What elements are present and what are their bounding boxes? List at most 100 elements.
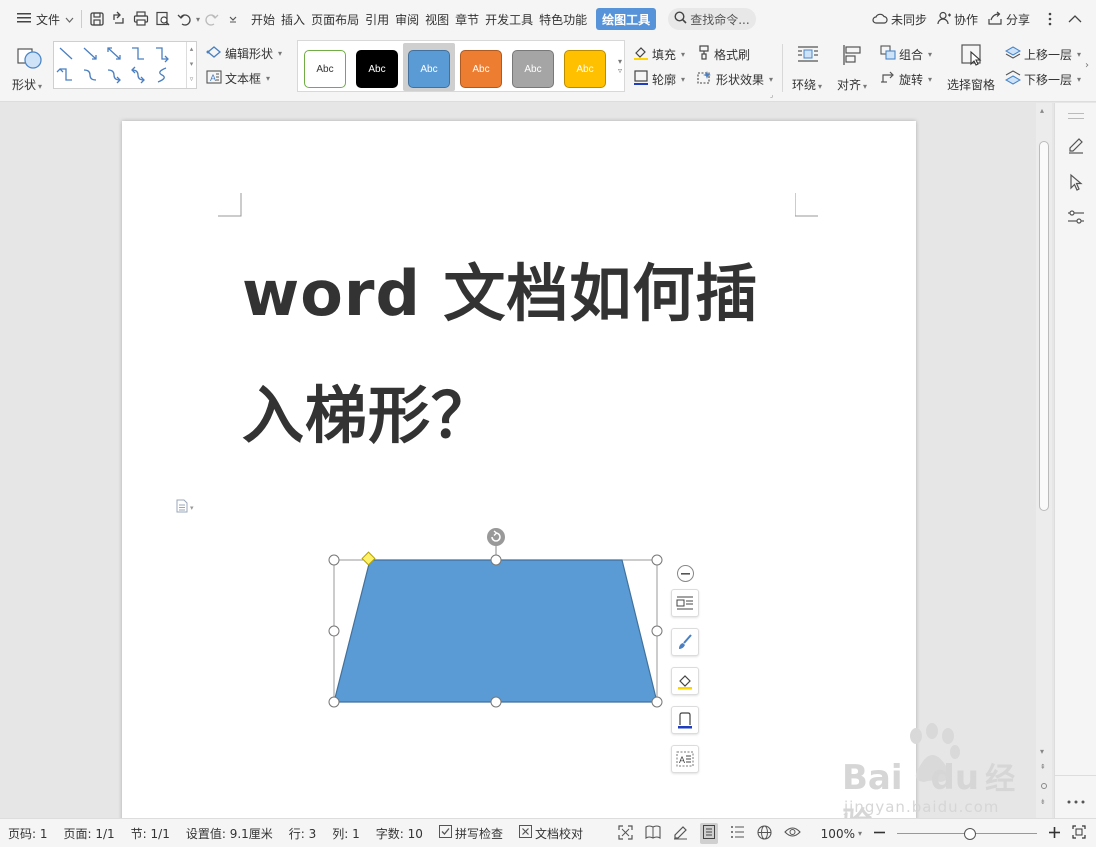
tab-home[interactable]: 开始 bbox=[248, 8, 278, 30]
resize-handle-right[interactable] bbox=[651, 625, 663, 637]
tab-review[interactable]: 审阅 bbox=[392, 8, 422, 30]
spell-check-button[interactable]: 拼写检查 bbox=[431, 825, 511, 842]
fit-window-icon[interactable] bbox=[1072, 825, 1086, 842]
file-menu[interactable]: 文件 bbox=[14, 7, 77, 31]
tab-drawing-tools[interactable]: 绘图工具 bbox=[596, 8, 657, 30]
shape-style-button[interactable] bbox=[671, 628, 699, 656]
status-page-number[interactable]: 页码: 1 bbox=[0, 825, 56, 842]
send-backward-button[interactable]: 下移一层 ▾ bbox=[1004, 70, 1081, 88]
style-swatch-2[interactable]: Abc bbox=[356, 50, 398, 88]
more-icon[interactable] bbox=[1067, 793, 1085, 807]
status-word-count[interactable]: 字数: 10 bbox=[368, 825, 431, 842]
tab-references[interactable]: 引用 bbox=[362, 8, 392, 30]
scroll-up-icon[interactable]: ▴ bbox=[1040, 106, 1044, 115]
resize-handle-top-left[interactable] bbox=[328, 554, 340, 566]
eye-protection-icon[interactable] bbox=[783, 826, 801, 841]
zoom-out-icon[interactable] bbox=[874, 827, 885, 841]
command-search[interactable]: 查找命令... bbox=[668, 8, 757, 30]
print-icon[interactable] bbox=[130, 8, 152, 30]
tab-view[interactable]: 视图 bbox=[422, 8, 452, 30]
outline-quick-button[interactable] bbox=[671, 706, 699, 734]
fullscreen-icon[interactable] bbox=[618, 824, 633, 843]
tab-insert[interactable]: 插入 bbox=[278, 8, 308, 30]
status-setting-value[interactable]: 设置值: 9.1厘米 bbox=[178, 825, 281, 842]
share-button[interactable]: 分享 bbox=[988, 11, 1030, 28]
trapezoid-shape-selection[interactable] bbox=[322, 526, 667, 716]
resize-handle-bottom-right[interactable] bbox=[651, 696, 663, 708]
sliders-icon[interactable] bbox=[1065, 206, 1087, 228]
dialog-launcher-icon[interactable]: ⌟ bbox=[770, 91, 773, 99]
align-button[interactable]: 对齐 ▾ bbox=[835, 43, 871, 95]
web-view-icon[interactable] bbox=[757, 824, 772, 843]
text-box-quick-button[interactable]: A bbox=[671, 745, 699, 773]
zoom-in-icon[interactable] bbox=[1049, 826, 1060, 841]
zoom-slider[interactable] bbox=[897, 827, 1037, 841]
outline-view-icon[interactable] bbox=[730, 825, 745, 842]
resize-handle-top-right[interactable] bbox=[651, 554, 663, 566]
scroll-down-icon[interactable]: ▾ bbox=[1040, 747, 1044, 756]
styles-more-icon[interactable]: ▾ ▿ bbox=[618, 57, 622, 75]
more-options-icon[interactable] bbox=[1048, 12, 1052, 26]
reading-mode-icon[interactable] bbox=[645, 825, 661, 842]
cursor-icon[interactable] bbox=[1065, 171, 1087, 193]
customize-toolbar-icon[interactable] bbox=[222, 8, 244, 30]
selection-pane-button[interactable]: 选择窗格 bbox=[946, 43, 998, 95]
pen-icon[interactable] bbox=[1065, 135, 1087, 157]
next-page-icon[interactable]: ⇟ bbox=[1040, 798, 1046, 806]
tab-developer[interactable]: 开发工具 bbox=[482, 8, 536, 30]
format-painter-button[interactable]: 格式刷 bbox=[697, 45, 750, 63]
undo-icon[interactable] bbox=[174, 8, 196, 30]
bring-forward-button[interactable]: 上移一层 ▾ bbox=[1004, 45, 1081, 63]
shapes-button[interactable]: 形状 ▾ bbox=[12, 43, 46, 95]
collapse-ribbon-icon[interactable] bbox=[1068, 15, 1082, 23]
tab-page-layout[interactable]: 页面布局 bbox=[308, 8, 362, 30]
sync-status-button[interactable]: 未同步 bbox=[872, 11, 927, 28]
zoom-level-dropdown[interactable]: 100% ▾ bbox=[821, 827, 862, 841]
collapse-toolbar-icon[interactable] bbox=[677, 565, 694, 582]
layout-options-button[interactable] bbox=[671, 589, 699, 617]
print-preview-icon[interactable] bbox=[152, 8, 174, 30]
trapezoid-shape[interactable] bbox=[333, 559, 658, 703]
resize-handle-left[interactable] bbox=[328, 625, 340, 637]
style-swatch-1[interactable]: Abc bbox=[304, 50, 346, 88]
rotate-button[interactable]: 旋转 ▾ bbox=[880, 70, 932, 88]
ribbon-scroll-right-icon[interactable]: › bbox=[1085, 60, 1089, 71]
paragraph-marker[interactable]: ▾ bbox=[176, 499, 194, 516]
fill-quick-button[interactable] bbox=[671, 667, 699, 695]
redo-icon[interactable] bbox=[200, 8, 222, 30]
tab-chapter[interactable]: 章节 bbox=[452, 8, 482, 30]
select-browse-object-icon[interactable] bbox=[1041, 783, 1047, 789]
pen-mode-icon[interactable] bbox=[673, 825, 688, 843]
style-swatch-4[interactable]: Abc bbox=[460, 50, 502, 88]
resize-handle-bottom-left[interactable] bbox=[328, 696, 340, 708]
rotate-handle-icon[interactable] bbox=[487, 528, 505, 546]
document-title-line-2[interactable]: 入梯形？ bbox=[242, 365, 494, 455]
page-view-icon[interactable] bbox=[699, 823, 718, 844]
vertical-scrollbar[interactable]: ▴ ▾ ⇞ ⇟ bbox=[1036, 103, 1052, 818]
status-row[interactable]: 行: 3 bbox=[281, 825, 325, 842]
status-section[interactable]: 节: 1/1 bbox=[123, 825, 178, 842]
zoom-slider-knob[interactable] bbox=[963, 827, 976, 840]
doc-proofread-button[interactable]: 文档校对 bbox=[511, 825, 591, 842]
shape-gallery[interactable]: ▴ ▾ ▿ bbox=[53, 41, 197, 89]
document-page[interactable]: word 文档如何插 入梯形？ ▾ bbox=[122, 121, 916, 821]
status-column[interactable]: 列: 1 bbox=[324, 825, 368, 842]
export-icon[interactable] bbox=[108, 8, 130, 30]
save-icon[interactable] bbox=[86, 8, 108, 30]
status-pages[interactable]: 页面: 1/1 bbox=[56, 825, 123, 842]
document-title-line-1[interactable]: word 文档如何插 bbox=[242, 243, 758, 333]
edit-shape-button[interactable]: 编辑形状 ▾ bbox=[206, 45, 282, 62]
group-button[interactable]: 组合 ▾ bbox=[880, 45, 932, 63]
resize-handle-top[interactable] bbox=[490, 554, 502, 566]
prev-page-icon[interactable]: ⇞ bbox=[1040, 763, 1046, 771]
fill-button[interactable]: 填充 ▾ bbox=[633, 45, 685, 63]
style-swatch-3[interactable]: Abc bbox=[408, 50, 450, 88]
outline-button[interactable]: 轮廓 ▾ bbox=[633, 70, 685, 88]
scrollbar-thumb[interactable] bbox=[1039, 141, 1049, 511]
shape-effects-button[interactable]: 形状效果 ▾ bbox=[697, 70, 773, 88]
wrap-text-button[interactable]: 环绕 ▾ bbox=[790, 43, 826, 95]
collaborate-button[interactable]: 协作 bbox=[937, 11, 978, 28]
style-swatch-6[interactable]: Abc bbox=[564, 50, 606, 88]
style-swatch-5[interactable]: Abc bbox=[512, 50, 554, 88]
tab-special[interactable]: 特色功能 bbox=[536, 8, 590, 30]
